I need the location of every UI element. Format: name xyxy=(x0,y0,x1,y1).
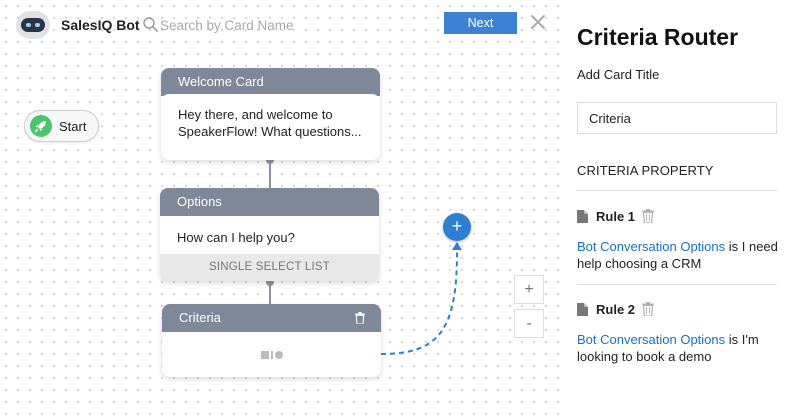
next-button[interactable]: Next xyxy=(444,12,517,34)
card-title-label: Add Card Title xyxy=(577,67,660,82)
start-label: Start xyxy=(59,119,87,134)
connector-line xyxy=(269,160,271,188)
card-title-input[interactable] xyxy=(577,102,777,134)
card-title: Options xyxy=(160,188,379,216)
trash-icon[interactable] xyxy=(642,209,654,223)
flow-canvas[interactable]: SalesIQ Bot Next Start Welcome Card Hey … xyxy=(0,0,560,415)
card-message: How can I help you? xyxy=(177,230,295,245)
card-header: Criteria xyxy=(162,304,381,332)
bot-name: SalesIQ Bot xyxy=(61,17,140,33)
section-heading: CRITERIA PROPERTY xyxy=(577,163,714,178)
search-input[interactable] xyxy=(160,13,420,37)
trash-icon[interactable] xyxy=(355,312,365,324)
bot-avatar-icon xyxy=(16,11,50,39)
trash-icon[interactable] xyxy=(642,302,654,316)
add-card-button[interactable]: + xyxy=(443,213,471,241)
card-message: Hey there, and welcome to SpeakerFlow! W… xyxy=(161,94,380,160)
welcome-card[interactable]: Welcome Card Hey there, and welcome to S… xyxy=(161,68,380,160)
canvas-toolbar: SalesIQ Bot Next xyxy=(0,0,560,50)
properties-panel: Criteria Router Add Card Title CRITERIA … xyxy=(560,0,800,415)
rule-condition: Bot Conversation Options is I need help … xyxy=(577,238,782,272)
rule-field-link[interactable]: Bot Conversation Options xyxy=(577,239,725,254)
divider xyxy=(577,190,777,191)
divider xyxy=(577,284,777,285)
search-icon xyxy=(143,17,158,32)
zoom-in-button[interactable]: + xyxy=(514,275,544,304)
zoom-out-button[interactable]: - xyxy=(514,309,544,338)
rule-name: Rule 1 xyxy=(596,209,636,224)
document-icon xyxy=(577,303,588,316)
document-icon xyxy=(577,210,588,223)
condition-icon xyxy=(261,351,283,359)
card-type-label: SINGLE SELECT LIST xyxy=(160,254,379,281)
options-card[interactable]: Options How can I help you? SINGLE SELEC… xyxy=(160,188,379,281)
start-node[interactable]: Start xyxy=(24,110,99,142)
rule-name: Rule 2 xyxy=(596,302,636,317)
rule-condition: Bot Conversation Options is I'm looking … xyxy=(577,331,782,365)
rule-field-link[interactable]: Bot Conversation Options xyxy=(577,332,725,347)
panel-title: Criteria Router xyxy=(577,24,739,50)
rocket-icon xyxy=(30,115,52,137)
close-icon[interactable] xyxy=(528,12,548,32)
card-title: Welcome Card xyxy=(161,68,380,96)
card-title: Criteria xyxy=(179,310,221,325)
criteria-card[interactable]: Criteria xyxy=(162,304,381,377)
